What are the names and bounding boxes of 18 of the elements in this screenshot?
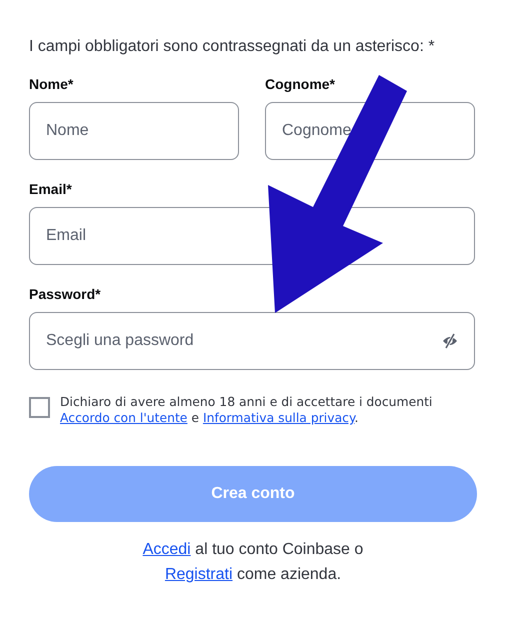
footer-link[interactable]: Accedi [142, 541, 191, 558]
input-field[interactable]: Email [29, 207, 475, 265]
checkbox[interactable] [29, 397, 50, 418]
footer-link[interactable]: Registrati [164, 566, 233, 583]
field-label: Nome* [29, 76, 74, 92]
privacy-link[interactable]: Informativa sulla privacy [202, 410, 355, 425]
footer-text: Registrati come azienda. [164, 565, 342, 584]
input-field[interactable]: Cognome [265, 102, 475, 160]
user-agreement-link[interactable]: Accordo con l'utente [60, 410, 188, 425]
footer-text: Accedi al tuo conto Coinbase o [142, 540, 364, 559]
input-field[interactable]: Nome [29, 102, 239, 160]
eye-slash-icon[interactable] [441, 332, 459, 350]
required-note: I campi obbligatori sono contrassegnati da un asterisco: * [29, 38, 436, 56]
field-label: Cognome* [265, 76, 336, 92]
field-label: Password* [29, 286, 102, 302]
input-field[interactable]: Scegli una password [29, 312, 475, 370]
consent-text: Dichiaro di avere almeno 18 anni e di accettare i documenti Accordo con l'utente e Informativa sulla privacy. [60, 394, 432, 426]
field-label: Email* [29, 181, 73, 197]
